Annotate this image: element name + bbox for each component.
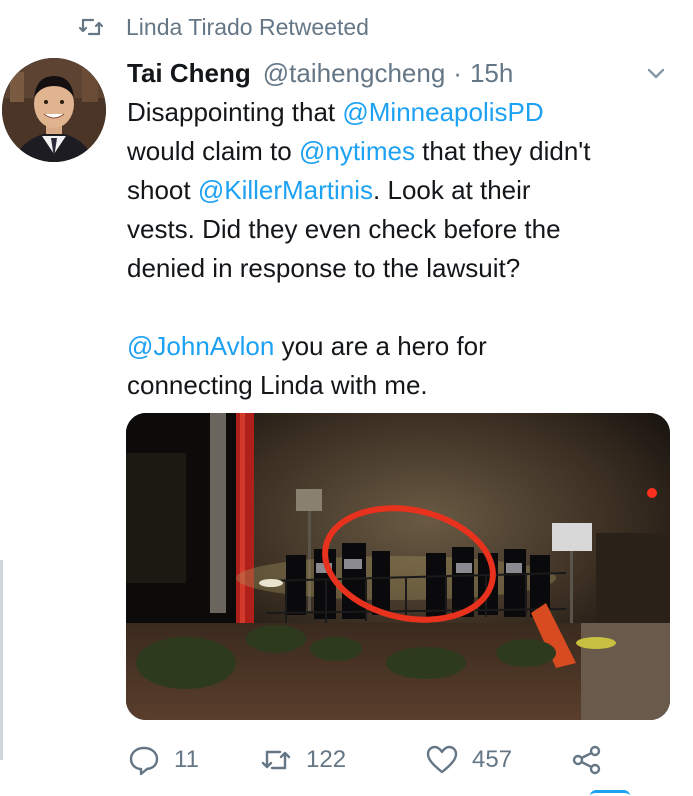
compose-button-edge[interactable] [590,790,630,796]
avatar[interactable] [2,58,106,162]
tweet-text: Disappointing that @MinneapolisPD would c… [127,93,677,405]
separator-dot: · [453,57,462,88]
tweet-text-segment: you are a hero for [274,331,487,361]
mention-link[interactable]: @nytimes [299,136,415,166]
avatar-photo [2,58,106,162]
photo-police-line-at-night [126,413,670,720]
heart-icon [426,745,458,774]
tweet-text-segment: connecting Linda with me. [127,370,428,400]
author-name[interactable]: Tai Cheng [127,58,251,89]
mention-link[interactable]: @JohnAvlon [127,331,274,361]
tweet-header: Tai Cheng @taihengcheng · 15h [127,56,679,90]
mention-link[interactable]: @KillerMartinis [198,175,373,205]
tweet-time[interactable]: 15h [470,58,513,89]
tweet-text-line: would claim to @nytimes that they didn't [127,132,677,171]
like-button[interactable]: 457 [426,744,571,776]
tweet-text-segment: that they didn't [414,136,591,166]
retweet-banner-label: Linda Tirado Retweeted [126,13,369,40]
author-handle[interactable]: @taihengcheng [263,58,446,89]
tweet-text-segment: . Look at their [373,175,531,205]
tweet-text-segment: vests. Did they even check before the [127,214,561,244]
tweet-text-line: connecting Linda with me. [127,366,677,405]
tweet-actions: 11 122 457 [128,740,617,780]
like-count: 457 [472,746,513,773]
scroll-edge-indicator [0,560,3,760]
share-icon [572,745,601,775]
retweet-banner[interactable]: Linda Tirado Retweeted [78,12,369,42]
retweet-icon [261,750,291,770]
reply-count: 11 [174,746,199,773]
tweet-text-segment: denied in response to the lawsuit? [127,253,521,283]
share-button[interactable] [571,744,617,776]
retweet-button[interactable]: 122 [260,744,426,776]
tweet-photo[interactable] [126,413,670,720]
tweet-text-line: denied in response to the lawsuit? [127,249,677,288]
retweet-count: 122 [306,746,347,773]
tweet-text-segment: shoot [127,175,198,205]
tweet-text-line: Disappointing that @MinneapolisPD [127,93,677,132]
tweet-text-segment: Disappointing that [127,97,343,127]
tweet-text-line: @JohnAvlon you are a hero for [127,327,677,366]
retweet-icon [78,18,104,36]
reply-button[interactable]: 11 [128,744,260,776]
tweet-text-segment: would claim to [127,136,299,166]
reply-icon [129,746,159,776]
tweet-text-line: shoot @KillerMartinis. Look at their [127,171,677,210]
mention-link[interactable]: @MinneapolisPD [342,97,543,127]
chevron-down-icon[interactable] [645,62,667,84]
tweet-text-line: vests. Did they even check before the [127,210,677,249]
